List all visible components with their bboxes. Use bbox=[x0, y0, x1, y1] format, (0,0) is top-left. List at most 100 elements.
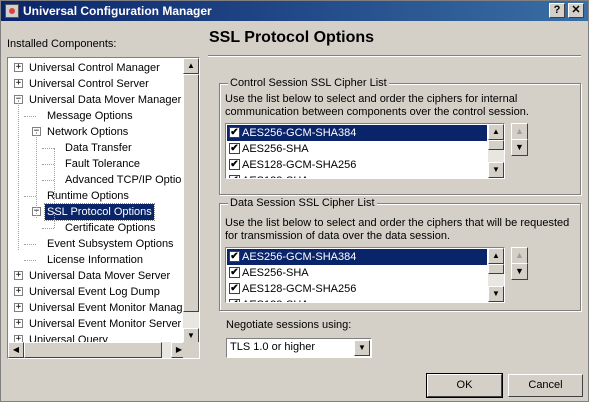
tree-connector bbox=[24, 244, 36, 245]
cancel-button[interactable]: Cancel bbox=[508, 374, 583, 397]
expand-icon[interactable]: + bbox=[14, 79, 23, 88]
data-move-down-button[interactable]: ▼ bbox=[511, 263, 528, 280]
tree-item-label: Message Options bbox=[47, 110, 133, 122]
tree-item-label: Universal Data Mover Server bbox=[29, 270, 171, 282]
cipher-label: AES256-SHA bbox=[242, 143, 309, 155]
tree-item-label: Event Subsystem Options bbox=[47, 238, 174, 250]
cipher-label: AES256-SHA bbox=[242, 267, 309, 279]
chevron-down-icon[interactable]: ▼ bbox=[354, 340, 370, 356]
expand-icon[interactable]: + bbox=[14, 287, 23, 296]
cipher-label: AES128-GCM-SHA256 bbox=[242, 159, 357, 171]
tree-item-label: Universal Event Monitor Manage bbox=[29, 302, 187, 314]
tree-content: + Universal Control Manager + Universal Con… bbox=[8, 58, 187, 344]
tree-item-label: Fault Tolerance bbox=[65, 158, 141, 170]
checkbox-icon[interactable]: ✔ bbox=[229, 267, 240, 278]
tree-item-label: Universal Data Mover Manager bbox=[29, 94, 182, 106]
data-list-up-arrow-icon[interactable]: ▲ bbox=[488, 248, 504, 264]
tree-connector bbox=[42, 164, 54, 165]
tree-item-label: Runtime Options bbox=[47, 190, 129, 202]
scroll-corner bbox=[183, 342, 199, 358]
ok-button[interactable]: OK bbox=[426, 373, 503, 398]
cipher-list-item[interactable]: ✔ AES256-GCM-SHA384 bbox=[227, 249, 487, 265]
config-window: Universal Configuration Manager ? ✕ Inst… bbox=[0, 0, 589, 402]
page-title: SSL Protocol Options bbox=[209, 29, 375, 46]
tree-item-label: Advanced TCP/IP Optio bbox=[65, 174, 182, 186]
data-cipher-group-title: Data Session SSL Cipher List bbox=[228, 197, 377, 209]
title-bar: Universal Configuration Manager ? ✕ bbox=[1, 1, 588, 21]
tree-horizontal-thumb[interactable] bbox=[24, 342, 162, 358]
checkbox-icon[interactable]: ✔ bbox=[229, 159, 240, 170]
tree-item-label: Universal Control Server bbox=[29, 78, 149, 90]
control-cipher-list[interactable]: ✔ AES256-GCM-SHA384 ✔ AES256-SHA ✔ AES128-GCM… bbox=[225, 123, 505, 179]
control-list-up-arrow-icon[interactable]: ▲ bbox=[488, 124, 504, 140]
tree-connector bbox=[24, 260, 36, 261]
tree-item-label: Network Options bbox=[47, 126, 129, 138]
cipher-list-item[interactable]: ✔ AES256-SHA bbox=[227, 141, 487, 157]
cipher-list-item[interactable]: ✔AES128-SHA bbox=[227, 173, 487, 178]
cipher-label: AES256-GCM-SHA384 bbox=[242, 127, 357, 139]
help-button[interactable]: ? bbox=[549, 3, 565, 18]
close-button[interactable]: ✕ bbox=[568, 3, 584, 18]
negotiate-select-value: TLS 1.0 or higher bbox=[230, 341, 315, 353]
data-list-down-arrow-icon[interactable]: ▼ bbox=[488, 286, 504, 302]
checkbox-icon[interactable]: ✔ bbox=[229, 299, 240, 302]
data-move-up-button[interactable]: ▲ bbox=[511, 247, 528, 264]
data-list-thumb[interactable] bbox=[488, 264, 504, 274]
scroll-left-arrow-icon[interactable]: ◀ bbox=[8, 342, 24, 358]
control-cipher-group-title: Control Session SSL Cipher List bbox=[228, 77, 389, 89]
control-move-down-button[interactable]: ▼ bbox=[511, 139, 528, 156]
tree-item-label: Universal Event Monitor Server bbox=[29, 318, 182, 330]
tree-vertical-thumb[interactable] bbox=[183, 74, 199, 312]
tree-item-label: Universal Control Manager bbox=[29, 62, 160, 74]
tree-item-label: Data Transfer bbox=[65, 142, 132, 154]
expand-icon[interactable]: + bbox=[14, 271, 23, 280]
tree-item-label: SSL Protocol Options bbox=[44, 203, 155, 221]
negotiate-label: Negotiate sessions using: bbox=[226, 319, 352, 331]
cipher-label: AES128-GCM-SHA256 bbox=[242, 283, 357, 295]
tree-connector bbox=[24, 196, 36, 197]
tree-connector bbox=[42, 148, 54, 149]
window-title: Universal Configuration Manager bbox=[23, 4, 212, 18]
expand-icon[interactable]: + bbox=[14, 319, 23, 328]
cipher-list-item[interactable]: ✔AES128-SHA bbox=[227, 297, 487, 302]
data-cipher-list[interactable]: ✔ AES256-GCM-SHA384 ✔ AES256-SHA ✔ AES128-GCM… bbox=[225, 247, 505, 303]
tree-connector bbox=[42, 228, 54, 229]
cipher-list-item[interactable]: ✔ AES256-GCM-SHA384 bbox=[227, 125, 487, 141]
tree-item-label: License Information bbox=[47, 254, 143, 266]
tree-connector bbox=[42, 180, 54, 181]
tree-connector bbox=[54, 212, 55, 228]
checkbox-icon[interactable]: ✔ bbox=[229, 127, 240, 138]
control-move-up-button[interactable]: ▲ bbox=[511, 123, 528, 140]
data-cipher-description: Use the list below to select and order t… bbox=[225, 217, 570, 242]
data-list-scrollbar[interactable]: ▲ ▼ bbox=[488, 248, 504, 302]
checkbox-icon[interactable]: ✔ bbox=[229, 251, 240, 262]
tree-item-label: Universal Event Log Dump bbox=[29, 286, 160, 298]
tree-connector bbox=[24, 116, 36, 117]
tree-connector bbox=[36, 132, 37, 218]
checkbox-icon[interactable]: ✔ bbox=[229, 143, 240, 154]
cipher-label: AES256-GCM-SHA384 bbox=[242, 251, 357, 263]
component-tree[interactable]: + Universal Control Manager + Universal Con… bbox=[7, 57, 200, 359]
checkbox-icon[interactable]: ✔ bbox=[229, 175, 240, 178]
cipher-list-item[interactable]: ✔ AES128-GCM-SHA256 bbox=[227, 281, 487, 297]
control-list-down-arrow-icon[interactable]: ▼ bbox=[488, 162, 504, 178]
title-divider bbox=[208, 55, 581, 57]
installed-components-label: Installed Components: bbox=[7, 38, 117, 50]
scroll-up-arrow-icon[interactable]: ▲ bbox=[183, 58, 199, 74]
cipher-list-item[interactable]: ✔ AES256-SHA bbox=[227, 265, 487, 281]
checkbox-icon[interactable]: ✔ bbox=[229, 283, 240, 294]
control-cipher-description: Use the list below to select and order t… bbox=[225, 93, 529, 118]
negotiate-select[interactable]: TLS 1.0 or higher ▼ bbox=[226, 338, 372, 358]
tree-horizontal-scrollbar[interactable]: ◀ ▶ bbox=[8, 342, 187, 358]
tree-item-label: Certificate Options bbox=[65, 222, 156, 234]
tree-vertical-scrollbar[interactable]: ▲ ▼ bbox=[183, 58, 199, 344]
control-list-thumb[interactable] bbox=[488, 140, 504, 150]
expand-icon[interactable]: + bbox=[14, 303, 23, 312]
control-list-scrollbar[interactable]: ▲ ▼ bbox=[488, 124, 504, 178]
expand-icon[interactable]: + bbox=[14, 63, 23, 72]
tree-connector bbox=[54, 148, 55, 202]
cipher-list-item[interactable]: ✔ AES128-GCM-SHA256 bbox=[227, 157, 487, 173]
cipher-label: AES128-SHA bbox=[242, 173, 309, 178]
app-icon bbox=[5, 4, 19, 18]
tree-connector bbox=[18, 100, 19, 250]
